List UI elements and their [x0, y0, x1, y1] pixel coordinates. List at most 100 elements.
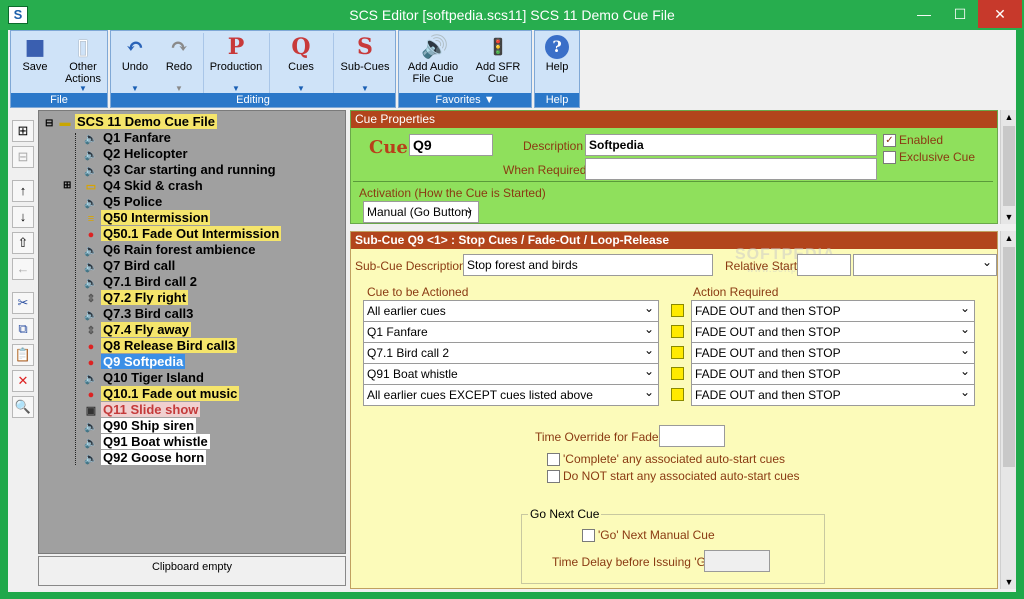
- cue-number-field[interactable]: Q9: [409, 134, 493, 156]
- exclusive-cue-checkbox[interactable]: Exclusive Cue: [883, 150, 975, 165]
- cue-tree[interactable]: ⊟ ▬ SCS 11 Demo Cue File 🔈 Q1 Fanfare 🔈 Q2 H…: [38, 110, 346, 554]
- paste-icon[interactable]: 📋: [12, 344, 34, 366]
- speaker-icon: 🔈: [84, 245, 98, 257]
- redo-button[interactable]: ↷ Redo ▼: [157, 33, 201, 93]
- tree-item[interactable]: ● Q8 Release Bird call3: [83, 338, 238, 354]
- floppy-disk-icon: ■: [24, 34, 46, 60]
- tree-item-label: Q50 Intermission: [101, 210, 211, 225]
- add-audio-file-cue-button[interactable]: 🔊 Add Audio File Cue: [401, 33, 465, 93]
- checkbox-box: [582, 529, 595, 543]
- time-override-label: Time Override for Fades: [535, 430, 665, 444]
- collapse-all-icon[interactable]: ⊟: [12, 146, 34, 168]
- tree-item[interactable]: 🔈 Q5 Police: [83, 194, 164, 210]
- action-required-select[interactable]: FADE OUT and then STOP: [691, 298, 975, 322]
- relative-start-select[interactable]: [853, 252, 997, 276]
- save-button[interactable]: ■ Save: [13, 33, 57, 93]
- vertical-toolbar: ⊞ ⊟ ↑ ↓ ⇧ ← ✂ ⧉ 📋 ✕ 🔍: [10, 116, 36, 426]
- time-override-field[interactable]: [659, 425, 725, 447]
- add-sfr-cue-button[interactable]: 🚦 Add SFR Cue: [467, 33, 529, 93]
- find-icon[interactable]: 🔍: [12, 396, 34, 418]
- sub-cues-button[interactable]: S Sub-Cues ▼: [335, 33, 395, 93]
- tree-item[interactable]: ≡ Q50 Intermission: [83, 210, 211, 226]
- undo-button[interactable]: ↶ Undo ▼: [113, 33, 157, 93]
- description-field[interactable]: Softpedia: [585, 134, 877, 156]
- activation-select[interactable]: Manual (Go Button): [363, 199, 479, 223]
- tree-item[interactable]: 🔈 Q7 Bird call: [83, 258, 177, 274]
- tree-item[interactable]: ▣ Q11 Slide show: [83, 402, 201, 418]
- do-not-start-auto-start-checkbox[interactable]: Do NOT start any associated auto-start c…: [547, 469, 800, 484]
- cue-to-action-select[interactable]: Q91 Boat whistle: [363, 361, 659, 385]
- tree-item[interactable]: ● Q10.1 Fade out music: [83, 386, 240, 402]
- tree-item[interactable]: ⊞ ▭ Q4 Skid & crash: [63, 178, 205, 194]
- ribbon-group-label: Help: [535, 93, 579, 107]
- scroll-thumb[interactable]: [1003, 126, 1015, 206]
- favorites-dropdown[interactable]: Favorites ▼: [399, 93, 531, 107]
- tree-item[interactable]: 🔈 Q7.1 Bird call 2: [83, 274, 199, 290]
- sub-cue-description-label: Sub-Cue Description: [355, 259, 466, 273]
- tree-item[interactable]: 🔈 Q3 Car starting and running: [83, 162, 278, 178]
- scroll-up-icon[interactable]: ▲: [1001, 110, 1017, 124]
- traffic-light-plus-icon: 🚦: [488, 37, 508, 56]
- enabled-checkbox[interactable]: ✓ Enabled: [883, 133, 943, 148]
- action-required-select[interactable]: FADE OUT and then STOP: [691, 319, 975, 343]
- move-left-icon[interactable]: ←: [12, 258, 34, 280]
- relative-start-field[interactable]: [797, 254, 851, 276]
- cue-to-action-select[interactable]: Q7.1 Bird call 2: [363, 340, 659, 364]
- copy-icon[interactable]: ⧉: [12, 318, 34, 340]
- tree-item[interactable]: ⇕ Q7.2 Fly right: [83, 290, 189, 306]
- close-button[interactable]: ✕: [978, 0, 1022, 28]
- speaker-icon: 🔈: [84, 421, 98, 433]
- other-actions-button[interactable]: ▯ Other Actions ▼: [59, 33, 107, 93]
- scroll-down-icon[interactable]: ▼: [1001, 575, 1017, 589]
- scroll-down-icon[interactable]: ▼: [1001, 210, 1017, 224]
- description-label: Description: [523, 139, 584, 153]
- action-required-select[interactable]: FADE OUT and then STOP: [691, 340, 975, 364]
- production-icon: P: [227, 34, 245, 60]
- cut-icon[interactable]: ✂: [12, 292, 34, 314]
- action-required-select[interactable]: FADE OUT and then STOP: [691, 382, 975, 406]
- scroll-up-icon[interactable]: ▲: [1001, 231, 1017, 245]
- tree-item[interactable]: ● Q50.1 Fade Out Intermission: [83, 226, 282, 242]
- tree-item-label: Q7.4 Fly away: [101, 322, 191, 337]
- cue-to-action-select[interactable]: All earlier cues EXCEPT cues listed abov…: [363, 382, 659, 406]
- tree-item[interactable]: ● Q9 Softpedia: [83, 354, 186, 370]
- time-delay-field[interactable]: [704, 550, 770, 572]
- help-button[interactable]: ? Help: [537, 33, 577, 93]
- clipboard-status: Clipboard empty: [38, 556, 346, 586]
- complete-auto-start-checkbox[interactable]: 'Complete' any associated auto-start cue…: [547, 452, 785, 467]
- tree-root[interactable]: ⊟ ▬ SCS 11 Demo Cue File: [45, 114, 218, 130]
- maximize-button[interactable]: ☐: [942, 0, 978, 28]
- delete-icon[interactable]: ✕: [12, 370, 34, 392]
- action-required-select[interactable]: FADE OUT and then STOP: [691, 361, 975, 385]
- tree-item[interactable]: 🔈 Q7.3 Bird call3: [83, 306, 195, 322]
- help-icon: ?: [545, 35, 569, 59]
- sub-cue-description-field[interactable]: Stop forest and birds: [463, 254, 713, 276]
- tree-item[interactable]: 🔈 Q90 Ship siren: [83, 418, 197, 434]
- move-up-icon[interactable]: ↑: [12, 180, 34, 202]
- scroll-thumb[interactable]: [1003, 247, 1015, 467]
- production-button[interactable]: P Production ▼: [205, 33, 267, 93]
- go-next-manual-cue-checkbox[interactable]: 'Go' Next Manual Cue: [582, 528, 715, 543]
- tree-item[interactable]: ⇕ Q7.4 Fly away: [83, 322, 191, 338]
- tree-item[interactable]: 🔈 Q1 Fanfare: [83, 130, 173, 146]
- cue-to-action-select[interactable]: All earlier cues: [363, 298, 659, 322]
- move-down-icon[interactable]: ↓: [12, 206, 34, 228]
- cue-to-action-select[interactable]: Q1 Fanfare: [363, 319, 659, 343]
- when-required-field[interactable]: [585, 158, 877, 180]
- tree-item[interactable]: 🔈 Q92 Goose horn: [83, 450, 207, 466]
- tree-item-label: Q8 Release Bird call3: [101, 338, 238, 353]
- tree-item[interactable]: 🔈 Q2 Helicopter: [83, 146, 190, 162]
- tree-item-label: Q7.1 Bird call 2: [103, 274, 197, 289]
- minimize-button[interactable]: —: [906, 0, 942, 28]
- move-out-icon[interactable]: ⇧: [12, 232, 34, 254]
- expand-icon[interactable]: ⊞: [63, 178, 71, 194]
- cue-props-scrollbar[interactable]: ▲ ▼: [1000, 110, 1016, 224]
- redo-icon: ↷: [169, 34, 189, 60]
- tree-item[interactable]: 🔈 Q10 Tiger Island: [83, 370, 206, 386]
- tree-item[interactable]: 🔈 Q6 Rain forest ambience: [83, 242, 257, 258]
- sub-cue-scrollbar[interactable]: ▲ ▼: [1000, 231, 1016, 589]
- tree-item[interactable]: 🔈 Q91 Boat whistle: [83, 434, 210, 450]
- cues-button[interactable]: Q Cues ▼: [271, 33, 331, 93]
- cue-properties-header: Cue Properties: [351, 111, 997, 128]
- expand-all-icon[interactable]: ⊞: [12, 120, 34, 142]
